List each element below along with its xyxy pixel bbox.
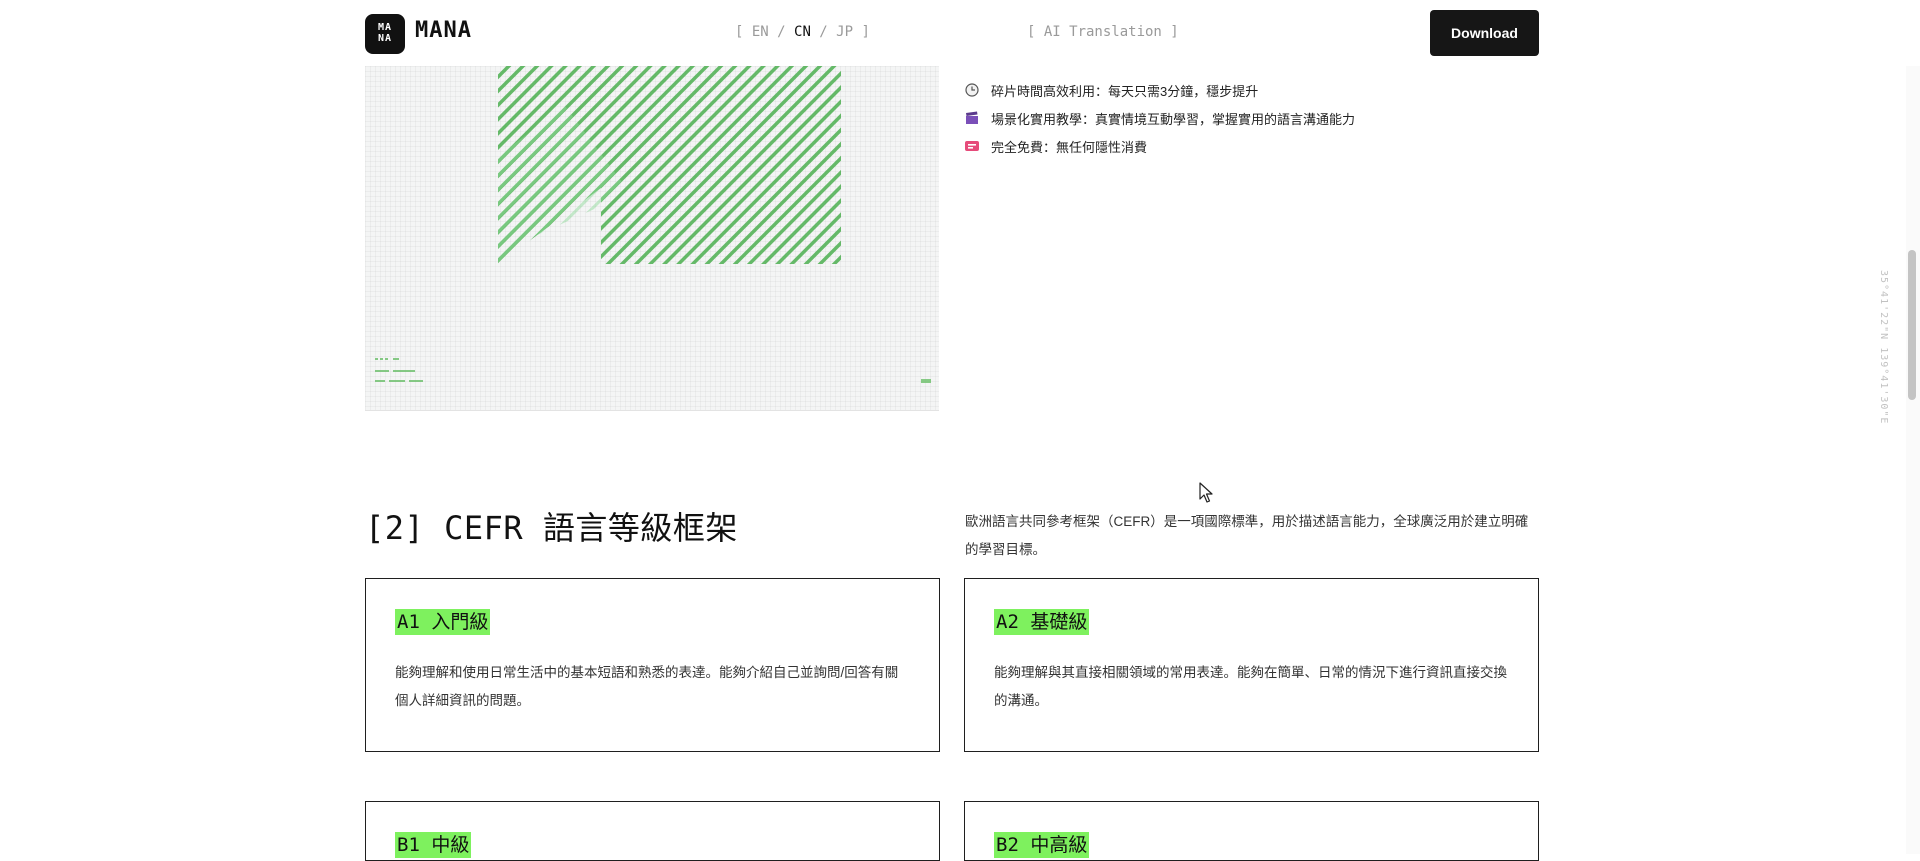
feature-item: 場景化實用教學：真實情境互動學習，掌握實用的語言溝通能力 — [965, 104, 1355, 132]
lang-jp-link[interactable]: JP — [836, 24, 853, 40]
lang-cn-link[interactable]: CN — [794, 24, 811, 40]
level-card-title: B1 中級 — [395, 832, 472, 858]
ai-translation-label[interactable]: [ AI Translation ] — [1027, 24, 1179, 40]
logo-text[interactable]: MANA — [415, 18, 472, 43]
mouse-cursor-icon — [1199, 482, 1213, 503]
logo-icon[interactable]: MA NA — [365, 14, 405, 54]
scrollbar-track[interactable] — [1906, 0, 1920, 854]
download-button[interactable]: Download — [1430, 10, 1539, 56]
level-card-a1: A1 入門級 能夠理解和使用日常生活中的基本短語和熟悉的表達。能夠介紹自己並詢問… — [365, 578, 940, 752]
feature-item: 碎片時間高效利用：每天只需3分鐘，穩步提升 — [965, 76, 1355, 104]
coordinates-label: 35°41'22"N 139°41'30"E — [1878, 270, 1889, 425]
level-card-description: 能夠理解和使用日常生活中的基本短語和熟悉的表達。能夠介紹自己並詢問/回答有關個人… — [395, 665, 899, 708]
language-switcher: [ EN / CN / JP ] — [735, 24, 870, 40]
level-card-title: B2 中高級 — [994, 832, 1090, 858]
level-card-title: A2 基礎級 — [994, 609, 1090, 635]
lang-bracket-open: [ — [735, 24, 752, 40]
lang-separator: / — [768, 24, 795, 40]
scrollbar-thumb[interactable] — [1908, 250, 1916, 400]
site-header: MA NA MANA [ EN / CN / JP ] [ AI Translat… — [0, 0, 1920, 66]
section-title: [2] CEFR 語言等級框架 — [365, 509, 738, 547]
feature-text: 場景化實用教學：真實情境互動學習，掌握實用的語言溝通能力 — [991, 111, 1356, 127]
feature-item: 完全免費：無任何隱性消費 — [965, 132, 1355, 160]
feature-list: 碎片時間高效利用：每天只需3分鐘，穩步提升 場景化實用教學：真實情境互動學習，掌… — [965, 76, 1355, 160]
hero-illustration — [365, 66, 939, 411]
section-description: 歐洲語言共同參考框架（CEFR）是一項國際標準，用於描述語言能力，全球廣泛用於建… — [965, 514, 1529, 557]
pixel-caption-marks — [375, 358, 931, 383]
free-icon — [965, 139, 979, 153]
lang-separator: / — [810, 24, 837, 40]
clapperboard-icon — [965, 111, 979, 125]
level-card-a2: A2 基礎級 能夠理解與其直接相關領域的常用表達。能夠在簡單、日常的情況下進行資… — [964, 578, 1539, 752]
lang-bracket-close: ] — [853, 24, 870, 40]
level-card-title: A1 入門級 — [395, 609, 491, 635]
lang-en-link[interactable]: EN — [752, 24, 769, 40]
pixel-pattern-graphic — [375, 66, 931, 383]
level-card-b2: B2 中高級 — [964, 801, 1539, 861]
level-card-b1: B1 中級 — [365, 801, 940, 861]
feature-text: 碎片時間高效利用：每天只需3分鐘，穩步提升 — [991, 83, 1259, 99]
feature-text: 完全免費：無任何隱性消費 — [991, 139, 1148, 155]
level-card-description: 能夠理解與其直接相關領域的常用表達。能夠在簡單、日常的情況下進行資訊直接交換的溝… — [994, 665, 1507, 708]
clock-icon — [965, 83, 979, 97]
